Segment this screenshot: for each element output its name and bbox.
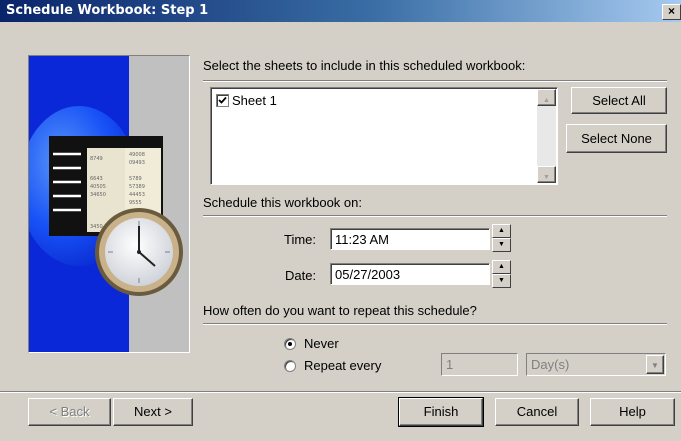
time-spinner[interactable]: ▲ ▼ (492, 224, 511, 252)
sheet-number: 8749 (90, 156, 103, 162)
sheet-number: 40505 (90, 184, 106, 190)
scroll-down-icon: ▼ (543, 174, 550, 181)
time-up-button[interactable]: ▲ (492, 224, 511, 238)
help-button[interactable]: Help (590, 398, 675, 426)
date-value: 05/27/2003 (335, 267, 401, 282)
wizard-illustration: 8749 6643 40505 34650 3450 49008 09493 5… (28, 55, 190, 353)
finish-label: Finish (423, 404, 459, 419)
time-value: 11:23 AM (335, 232, 389, 247)
finish-button[interactable]: Finish (398, 397, 484, 427)
date-field[interactable]: 05/27/2003 (330, 263, 490, 285)
repeat-every-label: Repeat every (304, 358, 382, 373)
radio-dot-icon (288, 341, 292, 346)
schedule-separator (203, 215, 667, 217)
spin-up-icon: ▲ (498, 263, 505, 270)
window-title: Schedule Workbook: Step 1 (6, 3, 209, 18)
unit-dropdown[interactable]: Day(s) ▼ (526, 353, 666, 376)
spin-down-icon: ▼ (498, 241, 505, 248)
never-option[interactable]: Never (284, 336, 339, 351)
sheet-checkbox[interactable] (216, 93, 229, 107)
cancel-button[interactable]: Cancel (495, 398, 579, 426)
schedule-illustration-icon: 8749 6643 40505 34650 3450 49008 09493 5… (29, 56, 189, 352)
back-button[interactable]: < Back (28, 398, 111, 426)
never-radio[interactable] (284, 337, 296, 350)
date-up-button[interactable]: ▲ (492, 260, 511, 274)
sheet-number: 44453 (129, 192, 145, 198)
repeat-every-radio[interactable] (284, 359, 296, 372)
back-label: < Back (49, 404, 90, 419)
sheet-number: 57389 (129, 184, 145, 190)
select-all-button[interactable]: Select All (571, 87, 667, 114)
date-label: Date: (285, 268, 317, 283)
date-spinner[interactable]: ▲ ▼ (492, 260, 511, 288)
sheet-list-scrollbar[interactable]: ▲ ▼ (537, 89, 556, 183)
spin-down-icon: ▼ (498, 277, 505, 284)
close-button[interactable]: × (662, 4, 681, 20)
repeat-separator (203, 323, 667, 325)
scroll-down-button[interactable]: ▼ (537, 166, 556, 183)
sheet-number: 6643 (90, 176, 103, 182)
date-down-button[interactable]: ▼ (492, 274, 511, 288)
checkmark-icon (218, 96, 227, 104)
unit-value: Day(s) (531, 357, 570, 372)
interval-value: 1 (446, 357, 454, 372)
select-none-button[interactable]: Select None (566, 124, 667, 153)
sheet-number: 9555 (129, 200, 142, 206)
unit-dropdown-button[interactable]: ▼ (646, 355, 664, 374)
next-label: Next > (134, 404, 172, 419)
never-label: Never (304, 336, 339, 351)
sheets-heading: Select the sheets to include in this sch… (203, 58, 526, 73)
select-none-label: Select None (581, 131, 652, 146)
sheet-number: 09493 (129, 160, 145, 166)
sheet-number: 3450 (90, 224, 103, 230)
next-button[interactable]: Next > (113, 398, 193, 426)
time-field[interactable]: 11:23 AM (330, 228, 490, 250)
chevron-down-icon: ▼ (651, 361, 659, 370)
sheet-list-item[interactable]: Sheet 1 (216, 92, 277, 108)
sheet-list[interactable]: Sheet 1 ▲ ▼ (210, 87, 558, 185)
interval-field[interactable]: 1 (441, 353, 518, 376)
sheets-separator (203, 80, 667, 82)
sheet-number: 5789 (129, 176, 142, 182)
select-all-label: Select All (592, 93, 646, 108)
repeat-heading: How often do you want to repeat this sch… (203, 303, 477, 318)
sheet-number: 49008 (129, 152, 145, 158)
cancel-label: Cancel (516, 404, 558, 419)
time-down-button[interactable]: ▼ (492, 238, 511, 252)
time-label: Time: (284, 232, 317, 247)
scroll-up-button[interactable]: ▲ (537, 89, 556, 106)
repeat-every-option[interactable]: Repeat every (284, 358, 381, 373)
close-icon: × (667, 4, 675, 18)
help-label: Help (619, 404, 646, 419)
sheet-number: 34650 (90, 192, 106, 198)
scroll-up-icon: ▲ (543, 97, 550, 104)
spin-up-icon: ▲ (498, 227, 505, 234)
sheet-label: Sheet 1 (232, 92, 277, 108)
footer-separator (0, 391, 681, 393)
schedule-heading: Schedule this workbook on: (203, 195, 362, 210)
